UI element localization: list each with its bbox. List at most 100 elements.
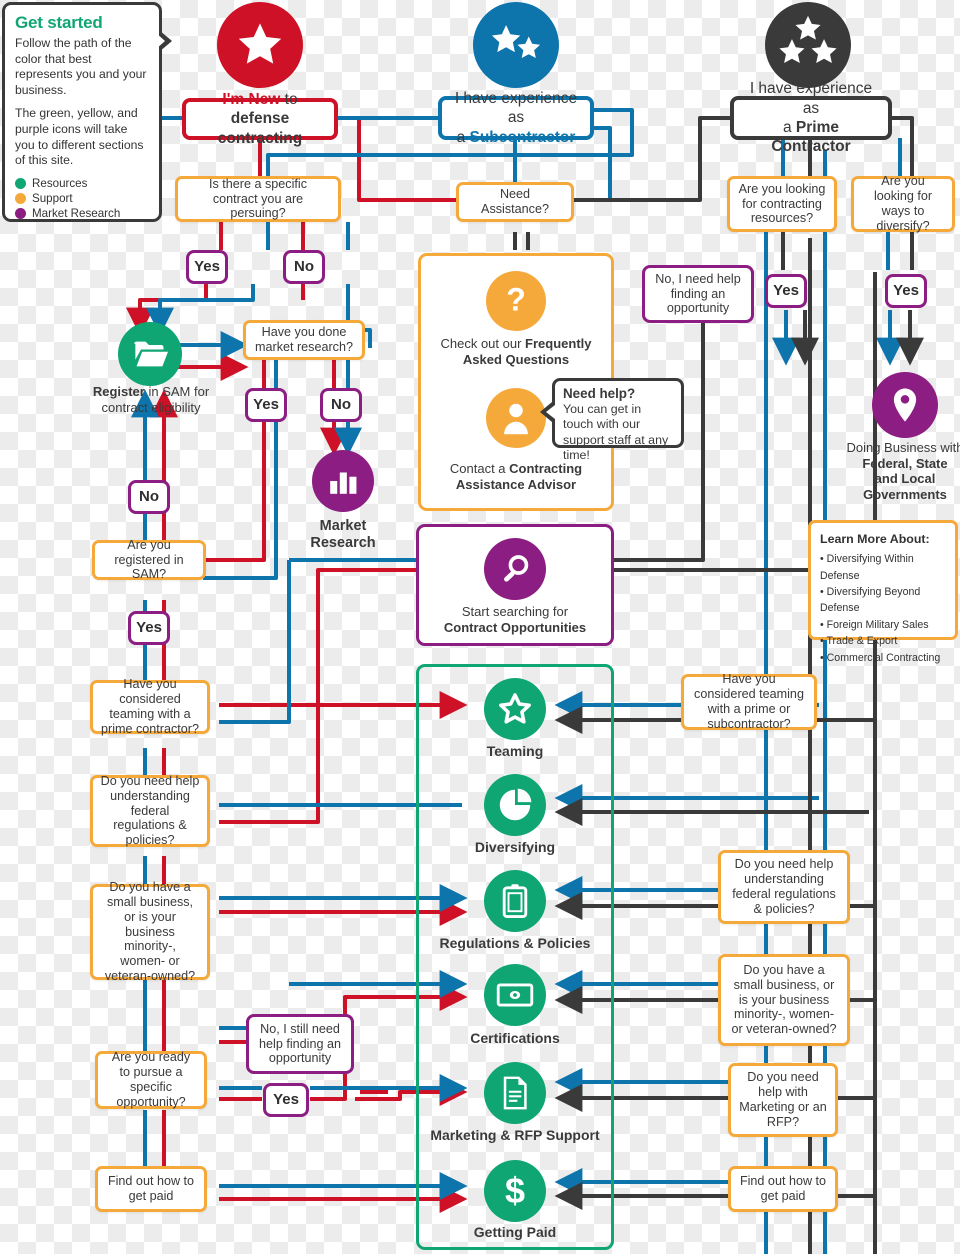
entry-prime-line1: I have experience as: [749, 80, 873, 117]
legend-tail-inner-icon: [156, 33, 165, 49]
question-specific-contract[interactable]: Is there a specific contract you are per…: [175, 176, 341, 222]
legend-item-market-research: Market Research: [15, 207, 149, 220]
market-research-caption[interactable]: Market Research: [292, 518, 394, 553]
doing-business-strong2: and Local: [874, 471, 936, 487]
answer-yes-specific-contract[interactable]: Yes: [186, 250, 228, 284]
resource-caption-regulations[interactable]: Regulations & Policies: [414, 935, 616, 952]
star-outline-glyph: [499, 693, 531, 724]
register-sam-strong: Register: [92, 384, 145, 399]
answer-yes-market-research[interactable]: Yes: [245, 388, 287, 422]
resource-caption-certifications[interactable]: Certifications: [420, 1030, 610, 1047]
doing-business-caption[interactable]: Doing Business with Federal, State and L…: [834, 440, 960, 502]
legend-item-support: Support: [15, 192, 149, 205]
dollar-icon[interactable]: $: [484, 1160, 546, 1222]
dollar-glyph: $: [505, 1171, 525, 1211]
question-glyph: ?: [506, 281, 526, 317]
flowchart-canvas: Get started Follow the path of the color…: [0, 0, 960, 1254]
question-marketing-right[interactable]: Do you need help with Marketing or an RF…: [728, 1063, 838, 1137]
register-sam-caption[interactable]: Register in SAM for contract eligibility: [78, 384, 224, 415]
learn-more-item[interactable]: Trade & Export: [820, 633, 946, 649]
entry-sub-lead: a: [456, 128, 470, 146]
learn-more-item[interactable]: Foreign Military Sales: [820, 617, 946, 633]
answer-no-still-need-help[interactable]: No, I still need help finding an opportu…: [246, 1014, 354, 1074]
faq-caption-pre: Check out our: [440, 336, 526, 351]
person-glyph: [504, 403, 528, 435]
learn-more-item[interactable]: Commercial Contracting: [820, 650, 946, 666]
question-regulations-left[interactable]: Do you need help understanding federal r…: [90, 774, 210, 847]
svg-text:?: ?: [506, 281, 526, 317]
three-stars-icon: [765, 2, 851, 88]
advisor-caption-pre: Contact a: [449, 461, 510, 476]
question-small-business-left[interactable]: Do you have a small business, or is your…: [90, 880, 210, 983]
answer-yes-registered-sam[interactable]: Yes: [128, 611, 170, 645]
legend-item-label: Market Research: [32, 206, 121, 220]
star-outline-icon[interactable]: [484, 678, 546, 740]
tooltip-title: Need help?: [563, 386, 636, 401]
legend-paragraph-1: Follow the path of the color that best r…: [15, 36, 147, 97]
person-icon[interactable]: [486, 388, 546, 448]
question-looking-resources[interactable]: Are you looking for contracting resource…: [727, 176, 837, 232]
folder-icon[interactable]: [118, 322, 182, 386]
entry-prime-lead: a: [782, 119, 796, 136]
map-pin-icon[interactable]: [872, 372, 938, 438]
faq-caption[interactable]: Check out our Frequently Asked Questions: [424, 336, 608, 367]
question-ready-pursue[interactable]: Are you ready to pursue a specific oppor…: [95, 1050, 207, 1109]
answer-yes-looking-resources[interactable]: Yes: [765, 274, 807, 308]
learn-more-title: Learn More About:: [820, 532, 930, 546]
legend-paragraph-2: The green, yellow, and purple icons will…: [15, 106, 144, 168]
question-market-research[interactable]: Have you done market research?: [243, 320, 365, 360]
entry-sub-accent: Subcontractor: [469, 128, 576, 146]
resource-caption-getting-paid[interactable]: Getting Paid: [420, 1224, 610, 1241]
entry-im-new-lead: I'm New: [222, 90, 281, 108]
opportunities-strong: Contract Opportunities: [443, 619, 587, 635]
stars-glyph: [779, 15, 837, 63]
legend-item-resources: Resources: [15, 177, 149, 190]
bar-chart-icon[interactable]: [312, 450, 374, 512]
magnifier-glyph: [504, 555, 529, 582]
question-small-business-right[interactable]: Do you have a small business, or is your…: [718, 954, 850, 1046]
magnifier-icon[interactable]: [484, 538, 546, 600]
answer-no-specific-contract[interactable]: No: [283, 250, 325, 284]
answer-yes-ready-pursue[interactable]: Yes: [263, 1083, 309, 1117]
question-teaming-left[interactable]: Have you considered teaming with a prime…: [90, 677, 210, 736]
pie-chart-icon[interactable]: [484, 774, 546, 836]
learn-more-item[interactable]: Diversifying Beyond Defense: [820, 584, 946, 617]
market-research-color-dot: [15, 207, 26, 219]
learn-more-item[interactable]: Diversifying Within Defense: [820, 551, 946, 584]
resource-caption-marketing[interactable]: Marketing & RFP Support: [406, 1127, 624, 1144]
answer-yes-looking-diversify[interactable]: Yes: [885, 274, 927, 308]
bar-chart-glyph: [330, 472, 357, 494]
question-registered-sam[interactable]: Are you registered in SAM?: [92, 538, 206, 581]
question-need-assistance[interactable]: Need Assistance?: [456, 182, 574, 222]
clipboard-glyph: [502, 884, 528, 919]
money-icon[interactable]: [484, 964, 546, 1026]
clipboard-icon[interactable]: [484, 870, 546, 932]
entry-im-new-line2: defense contracting: [217, 110, 303, 147]
contract-opportunities-caption[interactable]: Start searching for Contract Opportuniti…: [420, 604, 610, 635]
map-pin-glyph: [893, 388, 917, 422]
resource-caption-teaming[interactable]: Teaming: [420, 743, 610, 760]
tooltip-body: You can get in touch with our support st…: [563, 402, 669, 462]
legend-item-label: Support: [32, 191, 73, 205]
one-star-icon: [217, 2, 303, 88]
doing-business-strong1: Federal, State: [862, 455, 948, 471]
support-color-dot: [15, 192, 26, 204]
question-regulations-right[interactable]: Do you need help understanding federal r…: [718, 850, 850, 924]
entry-sub-line1: I have experience as: [454, 89, 578, 127]
answer-no-need-help-opportunity[interactable]: No, I need help finding an opportunity: [642, 265, 754, 323]
answer-no-market-research[interactable]: No: [320, 388, 362, 422]
resource-caption-diversifying[interactable]: Diversifying: [420, 839, 610, 856]
document-icon[interactable]: [484, 1062, 546, 1124]
question-mark-icon[interactable]: ?: [486, 271, 546, 331]
entry-subcontractor[interactable]: I have experience as a Subcontractor: [438, 90, 594, 146]
question-looking-diversify[interactable]: Are you looking for ways to diversify?: [851, 174, 955, 233]
market-research-line1: Market: [319, 518, 367, 534]
advisor-caption[interactable]: Contact a Contracting Assistance Advisor: [424, 461, 608, 492]
entry-prime-contractor[interactable]: I have experience as a Prime Contractor: [730, 80, 892, 155]
question-get-paid-left[interactable]: Find out how to get paid: [95, 1166, 207, 1212]
question-get-paid-right[interactable]: Find out how to get paid: [728, 1166, 838, 1212]
entry-im-new[interactable]: I'm New to defense contracting: [182, 91, 338, 147]
opportunities-pre: Start searching for: [461, 604, 569, 619]
question-teaming-right[interactable]: Have you considered teaming with a prime…: [681, 672, 817, 731]
answer-no-registered-sam[interactable]: No: [128, 480, 170, 514]
